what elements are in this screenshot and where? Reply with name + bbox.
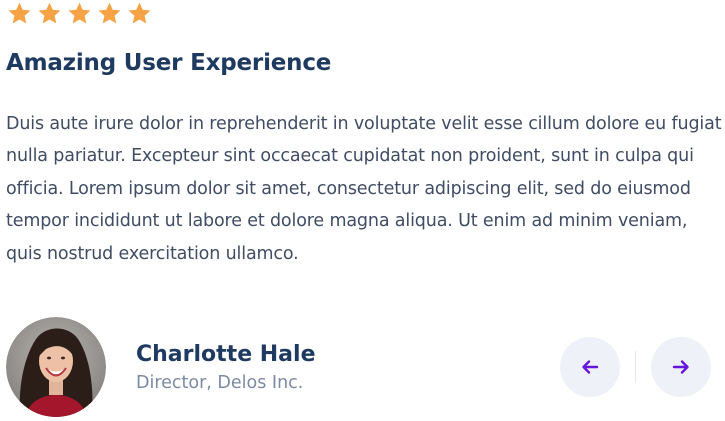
next-button[interactable] [651, 337, 711, 397]
arrow-left-icon [582, 360, 599, 374]
avatar [6, 317, 106, 417]
testimonial-title: Amazing User Experience [6, 50, 332, 76]
star-icon [68, 2, 91, 24]
author-name: Charlotte Hale [136, 341, 316, 367]
arrow-right-icon [672, 360, 689, 374]
author-block: Charlotte Hale Director, Delos Inc. [6, 317, 316, 417]
slider-navigation [560, 337, 711, 397]
star-icon [38, 2, 61, 24]
nav-divider [635, 351, 636, 383]
star-icon [98, 2, 121, 24]
testimonial-body: Duis aute irure dolor in reprehenderit i… [6, 114, 722, 264]
author-role: Director, Delos Inc. [136, 372, 304, 393]
star-rating [6, 1, 153, 26]
previous-button[interactable] [560, 337, 620, 397]
star-icon [128, 2, 151, 24]
star-icon [8, 2, 31, 24]
